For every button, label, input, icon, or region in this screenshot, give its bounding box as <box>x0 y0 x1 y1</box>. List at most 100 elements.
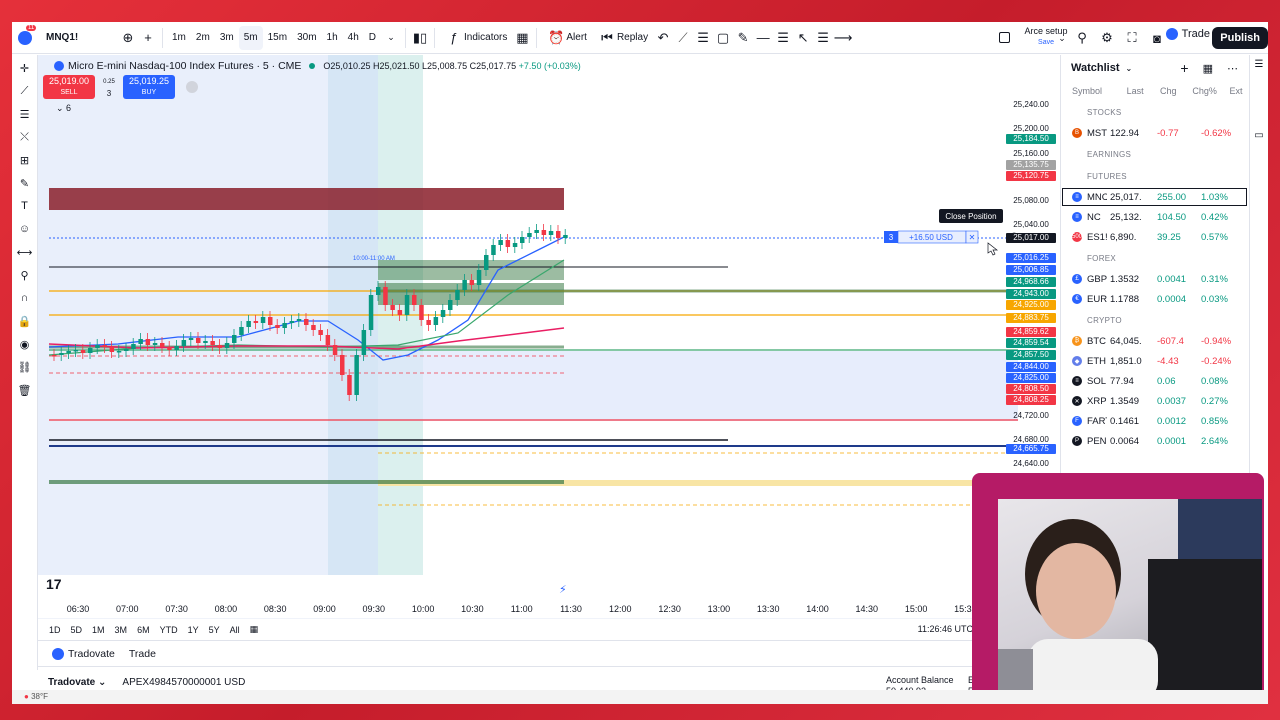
interval-1m[interactable]: 1m <box>167 26 191 50</box>
more-icon[interactable]: ⋯ <box>1227 62 1238 75</box>
interval-1h[interactable]: 1h <box>322 26 343 50</box>
layout-icon[interactable]: ▦ <box>1203 62 1213 75</box>
watchlist-row[interactable]: ≡ MNC 25,017. 255.00 1.03% <box>1061 187 1248 207</box>
range-1M[interactable]: 1M <box>87 625 110 635</box>
chevron-down-icon[interactable]: ⌄ <box>1052 28 1072 48</box>
lock-icon[interactable]: 🔒 <box>16 312 34 330</box>
time-scale[interactable]: 06:30 07:00 07:30 08:00 08:30 09:00 09:30 10:00… <box>38 600 1058 618</box>
account-id[interactable]: APEX4984570000001 USD <box>122 677 245 688</box>
publish-button[interactable]: Publish <box>1212 27 1268 49</box>
watchlist-group[interactable]: FOREX <box>1061 247 1248 269</box>
range-All[interactable]: All <box>225 625 245 635</box>
chevron-down-icon[interactable]: ⌄ <box>381 28 401 48</box>
horizontal-line-icon[interactable]: — <box>753 28 773 48</box>
watchlist-row[interactable]: ≡ SOL 77.94 0.06 0.08% <box>1061 371 1248 391</box>
column-header[interactable]: Last <box>1127 86 1160 96</box>
watchlist-row[interactable]: € EUR 1.1788 0.0004 0.03% <box>1061 289 1248 309</box>
date-range-icon[interactable]: ▦ <box>245 624 264 635</box>
gear-icon[interactable]: ⚙ <box>1097 28 1117 48</box>
pattern-icon[interactable]: ⤬ <box>16 128 34 146</box>
watchlist-row[interactable]: ₿ BTC 64,045. -607.4 -0.94% <box>1061 331 1248 351</box>
range-1Y[interactable]: 1Y <box>183 625 204 635</box>
fib-icon[interactable]: ☰ <box>693 28 713 48</box>
interval-15m[interactable]: 15m <box>263 26 292 50</box>
trash-icon[interactable]: 🗑 <box>16 381 34 399</box>
interval-4h[interactable]: 4h <box>343 26 364 50</box>
camera-icon[interactable]: ◙ <box>1147 28 1167 48</box>
indicators-toggle[interactable]: ⌄ 6 <box>56 103 71 114</box>
lightning-icon[interactable]: ⚡ <box>559 584 567 596</box>
replay-button[interactable]: ⏮ Replay <box>592 26 653 50</box>
brush-icon[interactable]: ✎ <box>16 174 34 192</box>
trade-button[interactable]: Trade <box>1165 28 1210 40</box>
channel-icon[interactable]: ☰ <box>813 28 833 48</box>
trend-line-icon[interactable]: ⟋ <box>673 28 693 48</box>
watchlist-title[interactable]: Watchlist <box>1071 62 1120 74</box>
brush-icon[interactable]: ✎ <box>733 28 753 48</box>
indicators-button[interactable]: ƒ Indicators <box>439 26 512 50</box>
column-header[interactable]: Chg <box>1160 86 1192 96</box>
trend-line-icon[interactable]: ⟋ <box>16 82 34 100</box>
watchlist-group[interactable]: STOCKS <box>1061 101 1248 123</box>
range-5Y[interactable]: 5Y <box>204 625 225 635</box>
watchlist-group[interactable]: EARNINGS <box>1061 143 1248 165</box>
chevron-down-icon[interactable]: ⌄ <box>1126 64 1133 73</box>
watchlist-row[interactable]: ≡ NC 25,132. 104.50 0.42% <box>1061 207 1248 227</box>
interval-3m[interactable]: 3m <box>215 26 239 50</box>
ruler-icon[interactable]: ☰ <box>773 28 793 48</box>
buy-button[interactable]: 25,019.25 BUY <box>123 75 175 99</box>
compare-icon[interactable]: ⊕ <box>118 28 138 48</box>
watchlist-row[interactable]: 500 ES1! 6,890. 39.25 0.57% <box>1061 227 1248 247</box>
crosshair-icon[interactable]: ✛ <box>16 59 34 77</box>
interval-5m[interactable]: 5m <box>238 25 263 50</box>
range-YTD[interactable]: YTD <box>155 625 183 635</box>
interval-30m[interactable]: 30m <box>292 26 321 50</box>
range-5D[interactable]: 5D <box>66 625 88 635</box>
watchlist-row[interactable]: B MST 122.94 -0.77 -0.62% <box>1061 123 1248 143</box>
column-header[interactable]: Symbol <box>1072 86 1127 96</box>
interval-2m[interactable]: 2m <box>191 26 215 50</box>
sell-button[interactable]: 25,019.00 SELL <box>43 75 95 99</box>
zoom-icon[interactable]: ⚲ <box>16 266 34 284</box>
price-chart[interactable]: 3 +16.50 USD ✕ Close Position 10:00-11:0… <box>38 55 1058 618</box>
broker-select[interactable]: Tradovate ⌄ <box>48 677 106 688</box>
tab-tradovate[interactable]: Tradovate <box>52 647 115 660</box>
templates-icon[interactable]: ▦ <box>512 28 532 48</box>
alert-button[interactable]: ⏰ Alert <box>541 26 592 50</box>
chart-canvas[interactable]: 3 +16.50 USD ✕ Close Position 10:00-11:0… <box>38 55 1058 600</box>
undo-icon[interactable]: ↶ <box>653 28 673 48</box>
order-settings-icon[interactable] <box>186 81 198 93</box>
legend-title[interactable]: Micro E-mini Nasdaq-100 Index Futures · … <box>68 60 301 72</box>
close-icon[interactable]: ✕ <box>969 233 976 242</box>
column-header[interactable]: Ext <box>1229 86 1248 96</box>
projection-icon[interactable]: ⊞ <box>16 151 34 169</box>
range-1D[interactable]: 1D <box>44 625 66 635</box>
text-icon[interactable]: T <box>16 197 34 215</box>
range-6M[interactable]: 6M <box>132 625 155 635</box>
fullscreen-icon[interactable]: ⛶ <box>1122 28 1142 48</box>
link-icon[interactable]: ⛓ <box>16 358 34 376</box>
watchlist-row[interactable]: ✕ XRP 1.3549 0.0037 0.27% <box>1061 391 1248 411</box>
magnet-icon[interactable]: ∩ <box>16 289 34 307</box>
watchlist-group[interactable]: FUTURES <box>1061 165 1248 187</box>
interval-D[interactable]: D <box>364 26 381 50</box>
order-quantity[interactable]: 0.25 3 <box>98 75 120 99</box>
watchlist-icon[interactable]: ☰ <box>1250 59 1268 70</box>
candles-icon[interactable]: ▮▯ <box>410 28 430 48</box>
watchlist-row[interactable]: ◆ ETH 1,851.0 -4.43 -0.24% <box>1061 351 1248 371</box>
symbol-search[interactable]: MNQ1! <box>38 26 118 50</box>
watchlist-row[interactable]: P PEN 0.0064 0.0001 2.64% <box>1061 431 1248 451</box>
fib-icon[interactable]: ☰ <box>16 105 34 123</box>
chat-icon[interactable]: ▭ <box>1250 130 1268 141</box>
range-3M[interactable]: 3M <box>110 625 133 635</box>
watchlist-row[interactable]: F FART0.1461 0.0012 0.85% <box>1061 411 1248 431</box>
utc-clock[interactable]: 11:26:46 UTC <box>913 624 978 634</box>
measure-icon[interactable]: ⟷ <box>16 243 34 261</box>
add-symbol-icon[interactable]: + <box>1180 60 1188 76</box>
icon-picker-icon[interactable]: ☺ <box>16 220 34 238</box>
cursor-icon[interactable]: ↖ <box>793 28 813 48</box>
add-symbol-icon[interactable]: + <box>138 28 158 48</box>
column-header[interactable]: Chg% <box>1192 86 1229 96</box>
tab-trade[interactable]: Trade <box>129 648 156 660</box>
watchlist-row[interactable]: £ GBP 1.3532 0.0041 0.31% <box>1061 269 1248 289</box>
